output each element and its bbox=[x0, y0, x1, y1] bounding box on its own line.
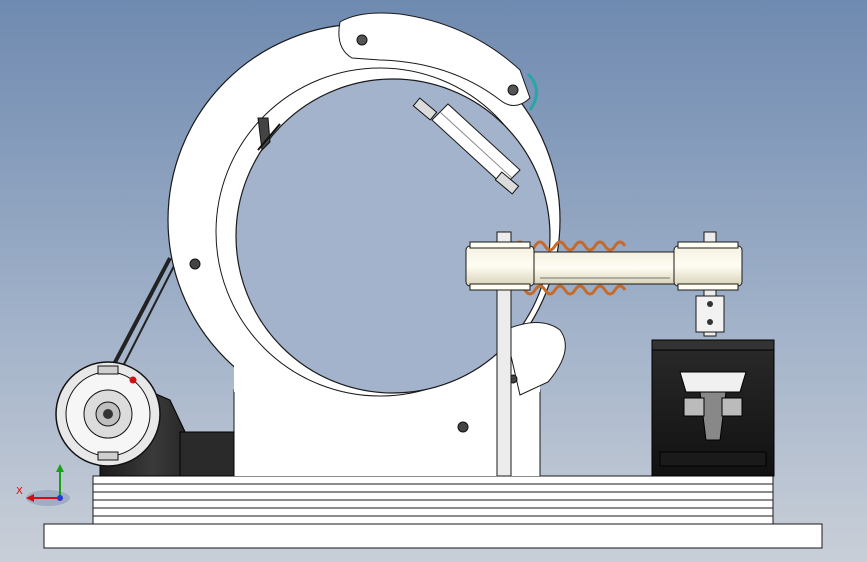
pivot-pin-right bbox=[507, 84, 519, 96]
screw-hole-lower bbox=[457, 421, 469, 433]
teal-roller[interactable] bbox=[526, 72, 538, 111]
assembly-drawing[interactable] bbox=[0, 0, 867, 562]
shaft-coupling[interactable] bbox=[695, 295, 725, 333]
pivot-pin-top bbox=[356, 34, 368, 46]
profile-rail[interactable] bbox=[92, 475, 774, 525]
dc-motor[interactable] bbox=[55, 361, 235, 477]
pulley-right[interactable] bbox=[673, 241, 743, 291]
drive-belt[interactable] bbox=[110, 257, 172, 369]
pulley-left[interactable] bbox=[465, 241, 535, 291]
base-plate[interactable] bbox=[43, 523, 823, 549]
pulley-belt[interactable] bbox=[529, 251, 677, 285]
coordinate-triad bbox=[26, 464, 70, 506]
motor-indicator-dot bbox=[129, 376, 137, 384]
gearbox-housing[interactable] bbox=[651, 339, 775, 477]
x-axis-label: X bbox=[16, 486, 23, 497]
screw-hole-left bbox=[189, 258, 201, 270]
cad-viewport[interactable]: X bbox=[0, 0, 867, 562]
